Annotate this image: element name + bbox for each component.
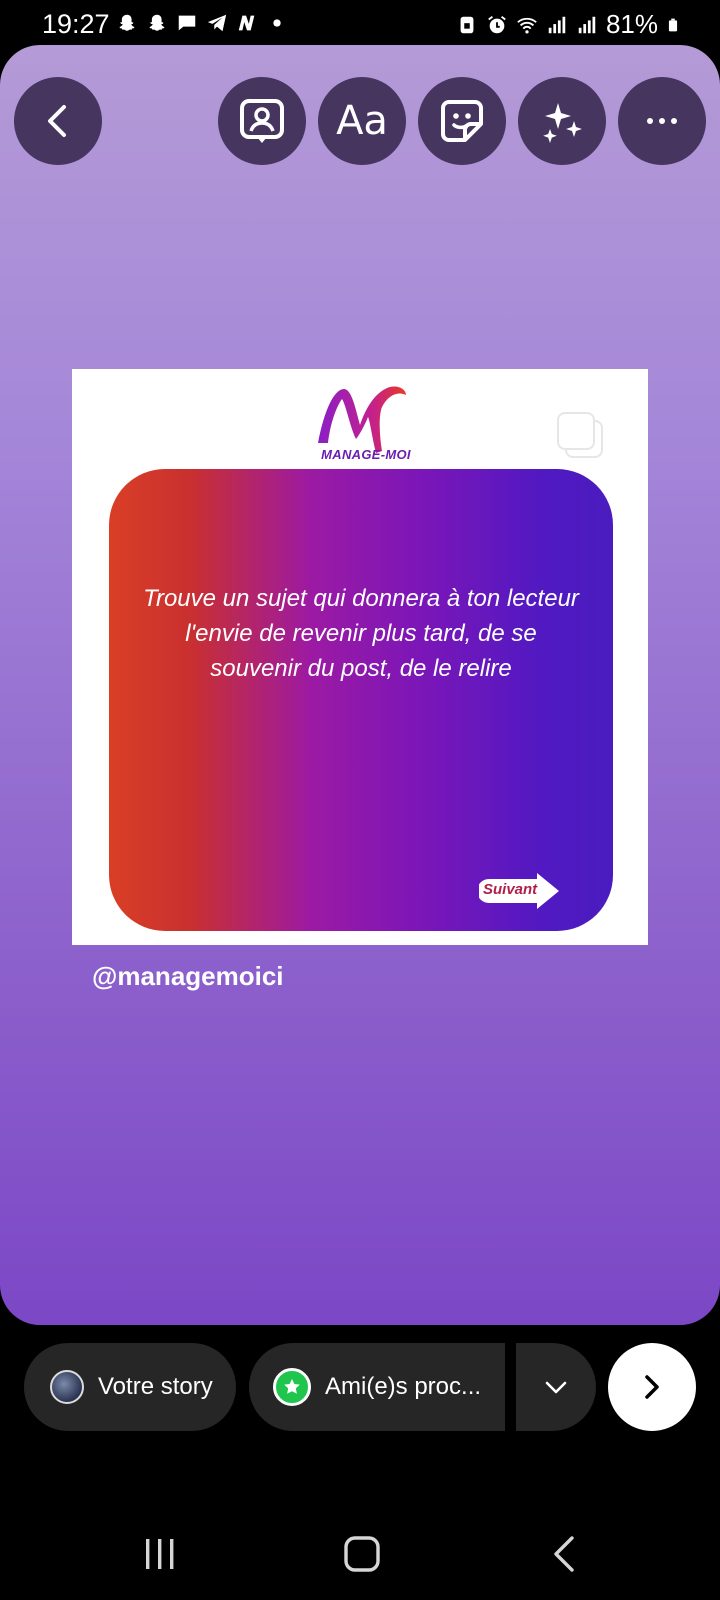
more-icon (647, 118, 677, 124)
next-tag: Suivant (479, 873, 561, 909)
chevron-down-icon (545, 1381, 567, 1394)
carousel-icon (557, 412, 603, 458)
system-status: 81% (456, 9, 680, 40)
effects-button[interactable] (518, 77, 606, 165)
star-icon (273, 1368, 311, 1406)
mention-sticker[interactable]: @managemoici (92, 961, 284, 992)
battery-icon (668, 18, 678, 31)
chevron-right-icon (645, 1375, 659, 1399)
signal-icon (578, 16, 596, 33)
more-button[interactable] (618, 77, 706, 165)
chevron-left-icon (48, 105, 66, 137)
close-friends-label: Ami(e)s proc... (325, 1373, 482, 1400)
text-tool-button[interactable]: Aa (318, 77, 406, 165)
your-story-label: Votre story (98, 1373, 213, 1400)
nav-back-button[interactable] (534, 1532, 594, 1576)
snapchat-icon (149, 14, 165, 31)
avatar (50, 1370, 84, 1404)
story-canvas[interactable]: Aa MANAGE-MOI Trouve un sujet qui donner… (0, 45, 720, 1325)
sticker-button[interactable] (418, 77, 506, 165)
n-app-icon (238, 15, 255, 31)
mention-button[interactable] (218, 77, 306, 165)
home-button[interactable] (332, 1532, 392, 1576)
recents-button[interactable] (130, 1532, 190, 1576)
logo-icon (318, 386, 406, 453)
status-time: 19:27 (42, 9, 110, 39)
status-bar: 19:27 81% (0, 0, 720, 48)
lock-battery-icon (460, 16, 474, 33)
message-icon (178, 15, 196, 31)
send-button[interactable] (608, 1343, 696, 1431)
sparkles-icon (543, 103, 582, 143)
home-icon (344, 1536, 380, 1572)
sticker-icon (441, 100, 483, 142)
quote-card: Trouve un sujet qui donnera à ton lecteu… (109, 469, 613, 931)
notification-icons (116, 12, 288, 34)
alarm-icon (488, 15, 506, 33)
back-button[interactable] (14, 77, 102, 165)
logo-text: MANAGE-MOI (321, 447, 411, 462)
snapchat-icon (119, 14, 135, 31)
wifi-icon (517, 17, 537, 34)
back-icon (554, 1536, 574, 1572)
your-story-button[interactable]: Votre story (24, 1343, 236, 1431)
next-label: Suivant (483, 881, 538, 898)
recents-icon (146, 1539, 174, 1569)
telegram-icon (207, 14, 227, 32)
audience-dropdown-button[interactable] (516, 1343, 596, 1431)
signal-icon (548, 16, 566, 33)
text-tool-label: Aa (336, 98, 388, 144)
quote-text: Trouve un sujet qui donnera à ton lecteu… (143, 585, 579, 682)
close-friends-button[interactable]: Ami(e)s proc... (249, 1343, 505, 1431)
battery-percent: 81% (605, 9, 658, 39)
person-frame-icon (240, 99, 284, 143)
dot-icon (273, 19, 281, 27)
shared-post[interactable]: MANAGE-MOI Trouve un sujet qui donnera à… (72, 369, 648, 945)
